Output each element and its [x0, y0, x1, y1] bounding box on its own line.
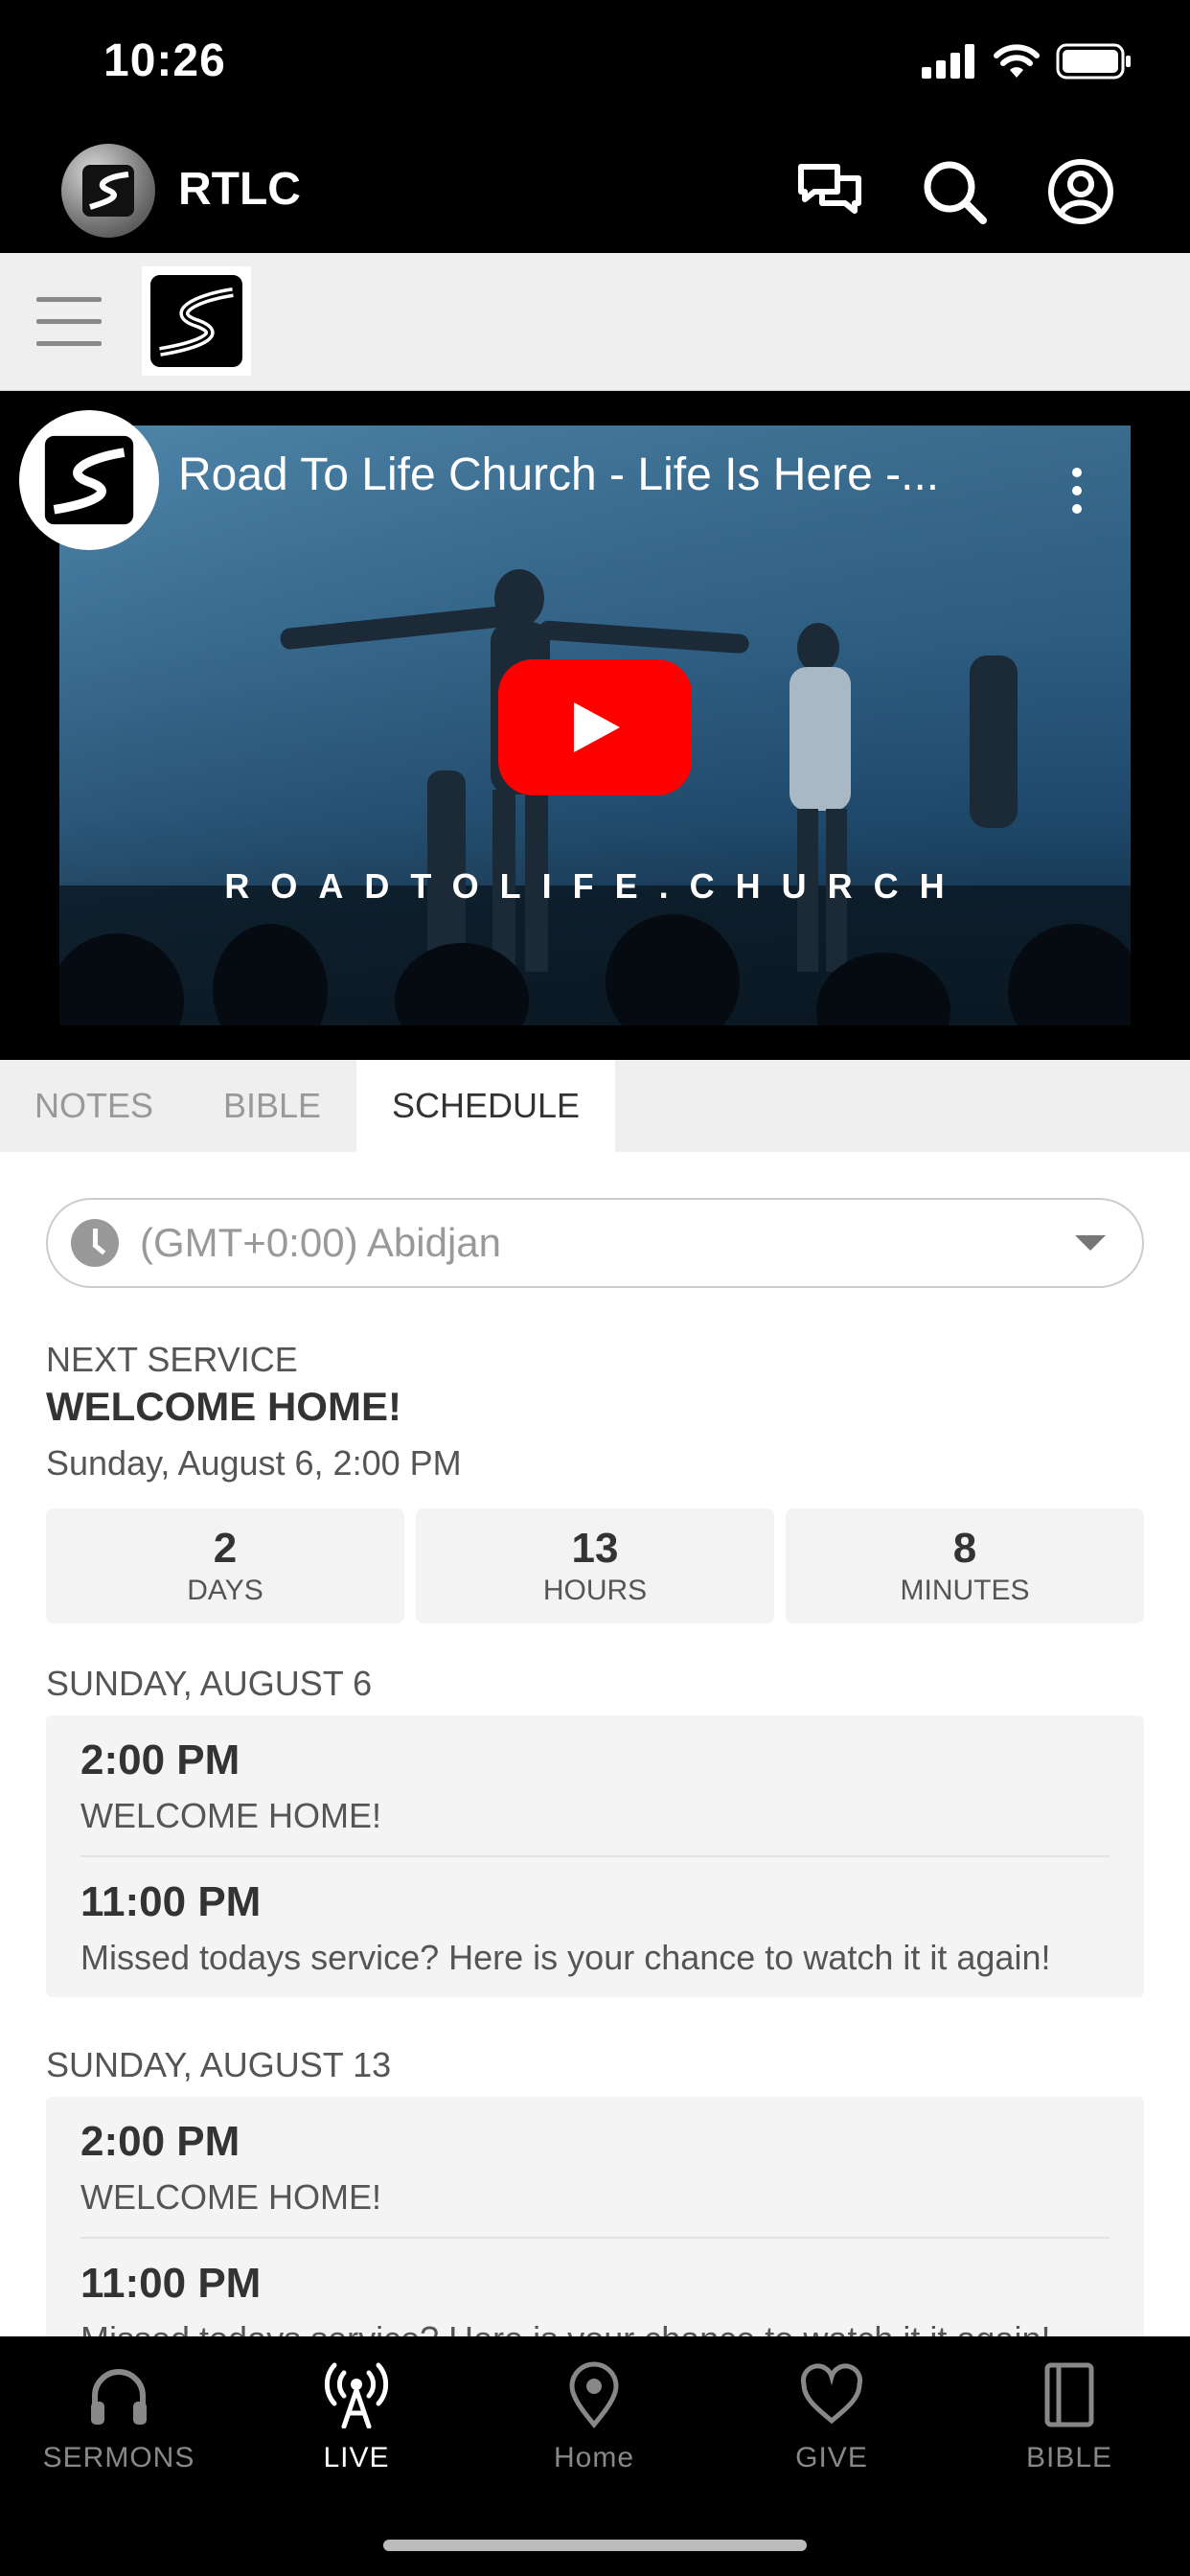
- timezone-select[interactable]: (GMT+0:00) Abidjan: [46, 1198, 1144, 1288]
- tab-schedule[interactable]: SCHEDULE: [356, 1060, 615, 1152]
- app-title: RTLC: [178, 164, 301, 215]
- heart-icon: [800, 2363, 863, 2425]
- book-icon: [1044, 2362, 1094, 2427]
- account-icon[interactable]: [1046, 157, 1115, 226]
- app-header: RTLC: [0, 128, 1190, 253]
- countdown-hours: 13 HOURS: [416, 1508, 774, 1623]
- schedule-event[interactable]: 11:00 PM Missed todays service? Here is …: [46, 2239, 1144, 2336]
- timezone-value: (GMT+0:00) Abidjan: [140, 1220, 502, 1265]
- countdown-unit: DAYS: [187, 1575, 263, 1606]
- tab-bar-label: GIVE: [795, 2442, 868, 2473]
- battery-icon: [1056, 43, 1131, 80]
- schedule-panel: (GMT+0:00) Abidjan NEXT SERVICE WELCOME …: [0, 1152, 1190, 2336]
- status-time: 10:26: [103, 35, 226, 86]
- tab-notes[interactable]: NOTES: [0, 1060, 188, 1152]
- tab-bar-live[interactable]: LIVE: [261, 2361, 452, 2474]
- event-title: Missed todays service? Here is your chan…: [80, 1938, 1051, 1977]
- location-pin-icon: [569, 2361, 619, 2428]
- event-time: 2:00 PM: [80, 2118, 240, 2165]
- chevron-down-icon: [1075, 1235, 1106, 1251]
- broadcast-icon: [324, 2362, 389, 2428]
- status-icons: [922, 42, 1133, 80]
- tab-bar-label: LIVE: [323, 2442, 390, 2473]
- video-watermark: ROADTOLIFE.CHURCH: [224, 866, 966, 906]
- more-options-icon[interactable]: [1065, 468, 1088, 525]
- home-indicator[interactable]: [383, 2540, 807, 2551]
- clock-icon: [71, 1219, 119, 1267]
- schedule-event[interactable]: 11:00 PM Missed todays service? Here is …: [46, 1857, 1144, 1997]
- countdown-unit: HOURS: [542, 1575, 648, 1606]
- play-icon: [574, 702, 620, 752]
- next-service-label: NEXT SERVICE: [46, 1340, 298, 1379]
- tab-bar-bible[interactable]: BIBLE: [973, 2361, 1165, 2474]
- schedule-event[interactable]: 2:00 PM WELCOME HOME!: [46, 2097, 1144, 2237]
- schedule-event[interactable]: 2:00 PM WELCOME HOME!: [46, 1715, 1144, 1855]
- road-logo-icon: [41, 432, 137, 528]
- next-service-date: Sunday, August 6, 2:00 PM: [46, 1443, 462, 1483]
- countdown-minutes: 8 MINUTES: [786, 1508, 1144, 1623]
- status-bar: 10:26: [0, 0, 1190, 128]
- chat-icon[interactable]: [795, 157, 864, 226]
- event-title: Missed todays service? Here is your chan…: [80, 2319, 1050, 2336]
- day-card: 2:00 PM WELCOME HOME! 11:00 PM Missed to…: [46, 1715, 1144, 1997]
- road-logo-icon: [82, 165, 134, 217]
- countdown-days: 2 DAYS: [46, 1508, 404, 1623]
- video-player[interactable]: Road To Life Church - Life Is Here -... …: [0, 391, 1190, 1060]
- road-logo-icon: [147, 271, 246, 371]
- content-tabs: NOTES BIBLE SCHEDULE: [0, 1060, 1190, 1152]
- menu-icon[interactable]: [36, 297, 102, 347]
- countdown-value: 2: [213, 1525, 238, 1572]
- cellular-signal-icon: [922, 44, 974, 79]
- headphones-icon: [91, 2369, 147, 2425]
- day-card: 2:00 PM WELCOME HOME! 11:00 PM Missed to…: [46, 2097, 1144, 2336]
- event-time: 11:00 PM: [80, 2260, 262, 2307]
- search-icon[interactable]: [920, 157, 989, 226]
- next-service-title: WELCOME HOME!: [46, 1384, 401, 1429]
- day-heading: SUNDAY, AUGUST 6: [46, 1664, 373, 1703]
- tab-bar-label: SERMONS: [42, 2442, 195, 2473]
- event-title: WELCOME HOME!: [80, 1796, 382, 1835]
- tab-bar-sermons[interactable]: SERMONS: [23, 2361, 215, 2474]
- play-button[interactable]: [498, 659, 692, 795]
- tab-bar-home[interactable]: Home: [498, 2361, 690, 2474]
- tab-bar-give[interactable]: GIVE: [736, 2361, 927, 2474]
- wifi-icon: [994, 44, 1040, 78]
- countdown-value: 13: [571, 1525, 619, 1572]
- event-title: WELCOME HOME!: [80, 2177, 382, 2217]
- app-logo[interactable]: [61, 144, 155, 238]
- church-bar: [0, 253, 1190, 391]
- video-title[interactable]: Road To Life Church - Life Is Here -...: [178, 448, 1021, 501]
- event-time: 11:00 PM: [80, 1878, 262, 1925]
- countdown: 2 DAYS 13 HOURS 8 MINUTES: [46, 1508, 1144, 1623]
- tab-bar-label: Home: [553, 2442, 635, 2473]
- tab-bible[interactable]: BIBLE: [188, 1060, 356, 1152]
- tab-bar-label: BIBLE: [1025, 2442, 1113, 2473]
- countdown-value: 8: [952, 1525, 977, 1572]
- church-logo[interactable]: [142, 266, 251, 376]
- event-time: 2:00 PM: [80, 1736, 240, 1783]
- day-heading: SUNDAY, AUGUST 13: [46, 2045, 392, 2084]
- channel-avatar[interactable]: [19, 410, 159, 550]
- countdown-unit: MINUTES: [900, 1575, 1030, 1606]
